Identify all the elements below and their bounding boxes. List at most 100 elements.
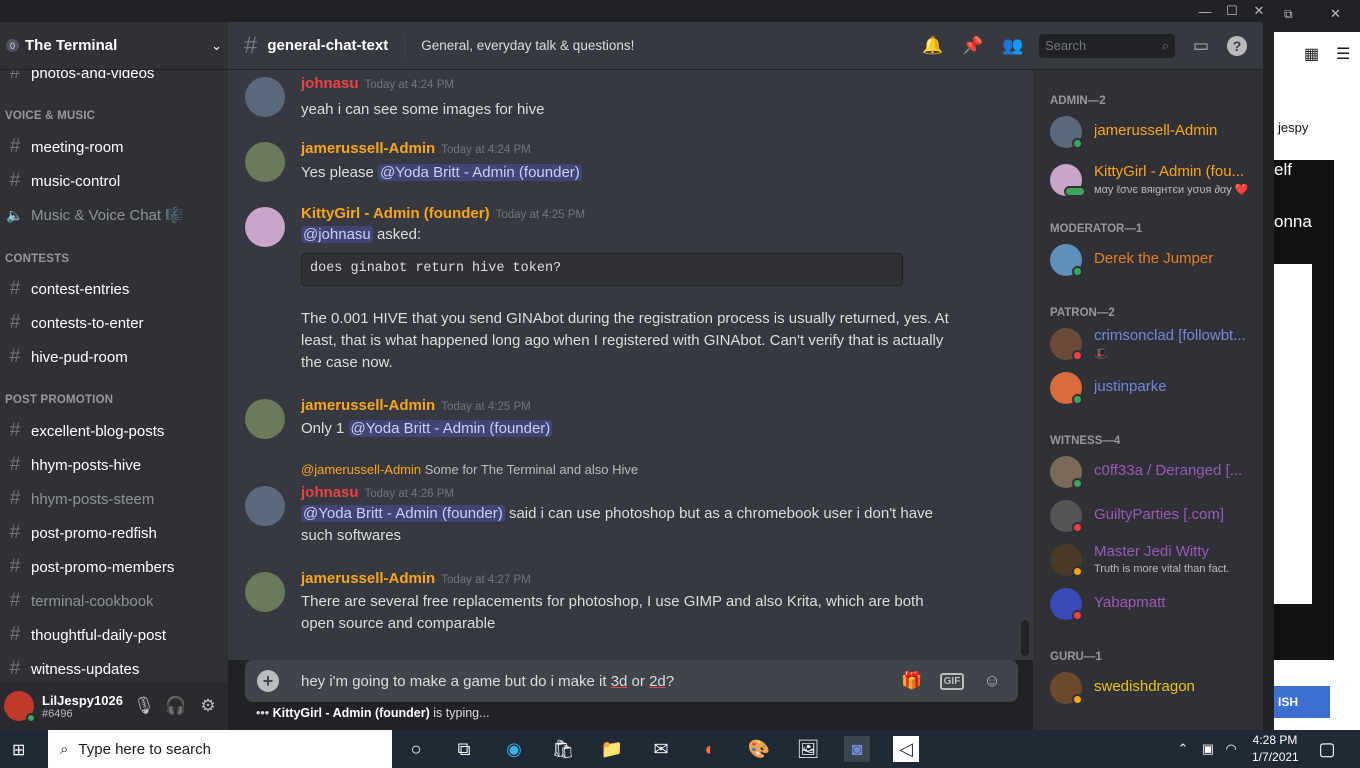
notification-icon[interactable]: ▢ [1314, 736, 1340, 762]
avatar[interactable] [245, 486, 285, 526]
member-list-item[interactable]: swedishdragon [1050, 666, 1260, 710]
close-icon[interactable]: ✕ [1244, 0, 1274, 22]
pin-icon[interactable]: 📌 [959, 32, 987, 60]
windows-start-icon[interactable]: ⊞ [12, 740, 32, 760]
user-mention[interactable]: @Yoda Britt - Admin (founder) [348, 420, 553, 437]
reply-preview[interactable]: @jamerussell-Admin Some for The Terminal… [301, 462, 638, 477]
avatar[interactable] [245, 207, 285, 247]
channel-label: photos-and-videos [31, 70, 155, 82]
help-icon[interactable]: ? [1227, 35, 1247, 56]
message-author[interactable]: johnasu [301, 484, 359, 501]
server-header[interactable]: 0 The Terminal ⌄ [0, 22, 228, 70]
headphones-icon[interactable]: 🎧 [160, 690, 192, 722]
message-author[interactable]: KittyGirl - Admin (founder) [301, 205, 490, 222]
publish-button[interactable]: ISH [1274, 686, 1330, 718]
sidebar-item-channel[interactable]: # contest-entries [4, 274, 222, 304]
avatar[interactable] [245, 399, 285, 439]
visual-studio-icon[interactable]: ◁ [893, 736, 919, 762]
avatar[interactable] [245, 77, 285, 117]
user-mention[interactable]: @Yoda Britt - Admin (founder) [378, 164, 582, 181]
message-author[interactable]: jamerussell-Admin [301, 570, 435, 587]
gift-icon[interactable]: 🎁 [898, 667, 926, 695]
paint-icon[interactable]: 🎨 [746, 736, 772, 762]
member-list-item[interactable]: Yabapmatt [1050, 582, 1260, 626]
avatar[interactable] [245, 572, 285, 612]
member-list-item[interactable]: KittyGirl - Admin (fou... мαу ℓσνє вяιgнт… [1050, 158, 1260, 202]
file-explorer-icon[interactable]: 📁 [599, 736, 625, 762]
gif-icon[interactable]: GIF [938, 667, 966, 695]
discord-icon[interactable]: ◙ [844, 736, 870, 762]
member-list-item[interactable]: Master Jedi Witty Truth is more vital tha… [1050, 538, 1260, 582]
background-text: onna [1274, 212, 1312, 231]
sidebar-item-channel[interactable]: # witness-updates [4, 654, 222, 682]
message-author[interactable]: jamerussell-Admin [301, 397, 435, 414]
member-list-item[interactable]: justinparke [1050, 366, 1260, 410]
message-author[interactable]: johnasu [301, 75, 359, 92]
restore-icon[interactable]: ⧉ [1284, 7, 1293, 22]
category-header[interactable]: CONTESTS [5, 253, 69, 265]
menu-icon[interactable]: ☰ [1336, 44, 1350, 64]
sidebar-item-channel[interactable]: # terminal-cookbook [4, 586, 222, 616]
firefox-icon[interactable]: ◐ [697, 736, 723, 762]
message-composer[interactable]: + hey i'm going to make a game but do i … [245, 660, 1018, 702]
channel-topic[interactable]: General, everyday talk & questions! [421, 38, 907, 53]
members-icon[interactable]: 👥 [999, 32, 1027, 60]
category-header[interactable]: VOICE & MUSIC [5, 110, 95, 122]
close-icon[interactable]: ✕ [1330, 6, 1341, 22]
scrollbar-thumb[interactable] [1021, 620, 1029, 656]
message-timestamp: Today at 4:27 PM [441, 574, 531, 586]
photos-icon[interactable]: 🖼 [795, 736, 821, 762]
avatar[interactable] [4, 691, 36, 723]
minimize-icon[interactable]: — [1190, 0, 1220, 22]
search-input[interactable]: Search ⌕ [1039, 33, 1175, 58]
chevron-down-icon[interactable]: ⌄ [211, 38, 222, 54]
maximize-icon[interactable]: ☐ [1217, 0, 1247, 22]
user-mention[interactable]: @johnasu [301, 226, 373, 243]
hash-icon: # [9, 278, 21, 299]
member-list-item[interactable]: jamerussell-Admin [1050, 110, 1260, 154]
sidebar-item-channel[interactable]: # thoughtful-daily-post [4, 620, 222, 650]
bell-icon[interactable]: 🔔 [919, 32, 947, 60]
cortana-icon[interactable]: ○ [403, 736, 429, 762]
sidebar-item-channel[interactable]: # hive-pud-room [4, 342, 222, 372]
inbox-icon[interactable]: ▭ [1187, 32, 1215, 60]
sidebar-item-channel[interactable]: # hhym-posts-hive [4, 450, 222, 480]
sidebar-item-channel[interactable]: # hhym-posts-steem [4, 484, 222, 514]
user-mention[interactable]: @Yoda Britt - Admin (founder) [301, 505, 505, 522]
microphone-icon[interactable]: 🎙 [128, 690, 160, 722]
message-author[interactable]: jamerussell-Admin [301, 140, 435, 157]
sidebar-item-channel[interactable]: 🔈 Music & Voice Chat 🎼 [4, 200, 222, 230]
clock-date: 1/7/2021 [1252, 750, 1299, 764]
store-icon[interactable]: 🛍 [550, 736, 576, 762]
message-input[interactable]: hey i'm going to make a game but do i ma… [301, 673, 886, 690]
member-list-item[interactable]: c0ff33a / Deranged [... [1050, 450, 1260, 494]
sidebar-item-channel[interactable]: # excellent-blog-posts [4, 416, 222, 446]
avatar[interactable] [245, 142, 285, 182]
member-status-text: 🎩 [1094, 348, 1108, 360]
sidebar-item-channel[interactable]: # post-promo-redfish [4, 518, 222, 548]
task-view-icon[interactable]: ⧉ [451, 736, 477, 762]
member-list-item[interactable]: crimsonclad [followbt... 🎩 [1050, 322, 1260, 366]
background-text: elf [1274, 160, 1292, 179]
wifi-icon[interactable]: ◠ [1218, 736, 1244, 762]
extensions-icon[interactable]: ▦ [1304, 44, 1319, 64]
reply-author[interactable]: @jamerussell-Admin [301, 462, 421, 477]
status-dnd-icon [1072, 610, 1083, 621]
add-attachment-icon[interactable]: + [257, 670, 279, 692]
sidebar-item-channel[interactable]: # contests-to-enter [4, 308, 222, 338]
sidebar-item-channel[interactable]: # meeting-room [4, 132, 222, 162]
category-header[interactable]: POST PROMOTION [5, 394, 113, 406]
sidebar-item-channel[interactable]: # post-promo-members [4, 552, 222, 582]
chevron-up-icon[interactable]: ⌃ [1170, 736, 1196, 762]
emoji-icon[interactable]: ☺ [978, 667, 1006, 695]
taskbar-search-input[interactable]: ⌕ Type here to search [48, 730, 392, 768]
member-list-item[interactable]: Derek the Jumper [1050, 238, 1260, 282]
mail-icon[interactable]: ✉ [648, 736, 674, 762]
gear-icon[interactable]: ⚙ [192, 690, 224, 722]
member-list-item[interactable]: GuiltyParties [.com] [1050, 494, 1260, 538]
clock[interactable]: 4:28 PM 1/7/2021 [1252, 732, 1299, 766]
sidebar-item-channel[interactable]: # music-control [4, 166, 222, 196]
edge-icon[interactable]: ◉ [501, 736, 527, 762]
sidebar-item-channel[interactable]: # photos-and-videos [4, 70, 222, 88]
search-icon: ⌕ [1161, 37, 1169, 53]
